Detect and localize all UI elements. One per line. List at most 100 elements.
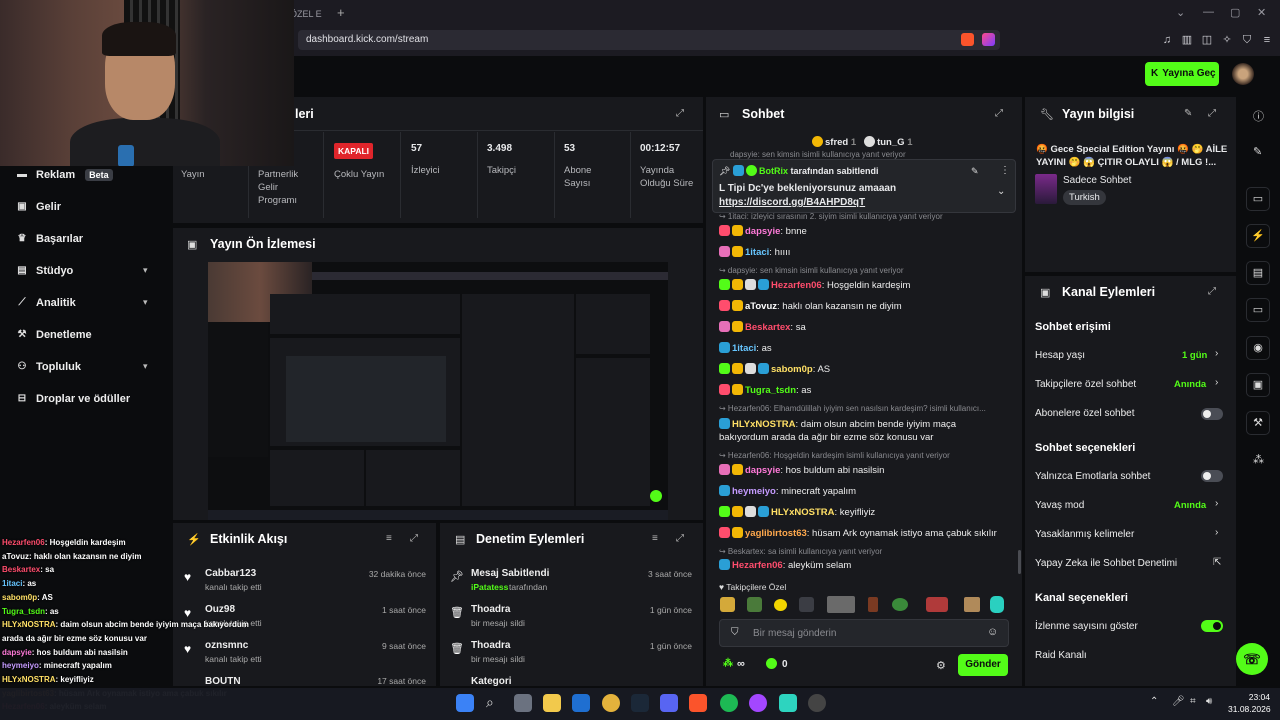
close-icon[interactable]: ✕ [1257,6,1266,19]
chat-username[interactable]: HLYxNOSTRA [732,419,796,430]
maximize-icon[interactable]: ▢ [1230,6,1240,19]
filter-icon[interactable]: ≡ [386,533,392,544]
tray-chevron-icon[interactable]: ⌃ [1150,696,1158,707]
edit-icon[interactable]: ✎ [1184,108,1192,119]
account-age-value[interactable]: 1 gün [1182,350,1207,361]
discord-icon[interactable] [660,694,678,712]
stream-preview[interactable] [208,262,668,520]
sidebar-item-revenue[interactable]: ▣ Gelir [16,198,61,216]
chat-input[interactable]: ⛉ Bir mesaj gönderin ☺ [719,619,1009,647]
followers-only-label[interactable]: Takipçilere özel sohbet [1035,379,1136,390]
windows-start-icon[interactable] [456,694,474,712]
category-name[interactable]: Sadece Sohbet [1063,175,1131,186]
obs-icon[interactable] [808,694,826,712]
chat-bubble-icon[interactable]: ▭ [1246,298,1270,322]
pinned-link[interactable]: https://discord.gg/B4AHPD8qT [719,197,865,208]
store-icon[interactable] [572,694,590,712]
community-icon[interactable]: ⁂ [1253,453,1264,466]
record-icon[interactable]: ◉ [1246,336,1270,360]
steam-icon[interactable] [631,694,649,712]
chat-username[interactable]: Tugra_tsdn [745,385,796,396]
expand-icon[interactable]: ⤢ [676,108,684,119]
support-fab[interactable]: ☏ [1236,643,1268,675]
document-icon[interactable]: ▤ [1246,261,1270,285]
brave-icon[interactable] [689,694,707,712]
emote-icon[interactable] [990,596,1004,613]
chat-username[interactable]: Beskartex [745,322,790,333]
spotify-icon[interactable] [720,694,738,712]
unpin-icon[interactable]: ✎ [971,166,979,177]
chat-username[interactable]: Hezarfen06 [771,280,822,291]
send-button[interactable]: Gönder [958,654,1008,676]
ai-moderation-label[interactable]: Yapay Zeka ile Sohbet Denetimi [1035,558,1177,569]
chevron-down-icon[interactable]: ▾ [143,361,148,372]
settings-icon[interactable]: ⚙ [936,659,946,672]
shield-icon[interactable]: ⛉ [731,627,739,638]
expand-icon[interactable]: ⤢ [410,533,418,544]
followers-only-value[interactable]: Anında [1174,379,1206,390]
notepad-icon[interactable] [779,694,797,712]
info-icon[interactable]: ⓘ [1253,108,1264,124]
emote-icon[interactable] [747,597,762,612]
brave-shield-icon[interactable] [961,33,974,46]
account-age-label[interactable]: Hesap yaşı [1035,350,1085,361]
emote-only-toggle[interactable] [1201,470,1223,482]
go-live-button[interactable]: K Yayına Geç [1145,62,1219,86]
sidebar-item-achievements[interactable]: ♛ Başarılar [16,230,84,248]
sidebar-item-ads[interactable]: ▬ Reklam Beta [16,166,113,184]
sidebar-item-drops[interactable]: ⊟ Droplar ve ödüller [16,390,130,408]
banned-words-label[interactable]: Yasaklanmış kelimeler [1035,529,1134,540]
file-explorer-icon[interactable] [543,694,561,712]
menu-icon[interactable]: ≡ [1260,33,1274,47]
chat-username[interactable]: HLYxNOSTRA [771,507,835,518]
minimize-icon[interactable]: — [1203,6,1214,18]
chevron-right-icon[interactable]: › [1215,377,1218,388]
chrome-icon[interactable] [602,694,620,712]
show-viewers-toggle[interactable] [1201,620,1223,632]
expand-icon[interactable]: ⤢ [995,108,1003,119]
subs-only-toggle[interactable] [1201,408,1223,420]
extensions-icon[interactable]: ◫ [1200,33,1214,47]
emote-icon[interactable] [720,597,735,612]
filter-icon[interactable]: ≡ [652,533,658,544]
emoji-icon[interactable]: ☺ [987,626,998,638]
chat-username[interactable]: dapsyie [745,465,780,476]
chevron-down-icon[interactable]: ⌄ [997,186,1005,197]
expand-icon[interactable]: ⤢ [1208,108,1216,119]
chat-username[interactable]: heymeiyo [732,486,776,497]
lightning-icon[interactable]: ⚡ [1246,224,1270,248]
new-tab-icon[interactable]: + [337,5,345,20]
emote-icon[interactable] [964,597,980,612]
sidebar-item-community[interactable]: ⚇ Topluluk [16,358,82,376]
chevron-right-icon[interactable]: › [1215,348,1218,359]
edit-icon[interactable]: ✎ [1253,145,1262,158]
emote-icon[interactable] [892,598,908,611]
volume-icon[interactable]: 🔊︎ [1206,696,1212,707]
ai-icon[interactable]: ✧ [1220,33,1234,47]
chevron-right-icon[interactable]: › [1215,527,1218,538]
microphone-icon[interactable]: 🎤︎ [1172,696,1185,707]
task-view-icon[interactable] [514,694,532,712]
profile-avatar[interactable] [1232,63,1254,85]
chat-username[interactable]: sabom0p [771,364,813,375]
chevron-right-icon[interactable]: › [1215,498,1218,509]
browser-tab[interactable]: ÖZEL E [290,4,330,24]
expand-icon[interactable]: ⤢ [676,533,684,544]
search-icon[interactable]: ⌕ [486,694,494,711]
sidebar-item-moderation[interactable]: ⚒ Denetleme [16,326,92,344]
network-icon[interactable]: ⌗ [1190,696,1196,707]
clock-date[interactable]: 31.08.2026 [1228,704,1271,714]
external-link-icon[interactable]: ⇱ [1213,557,1221,568]
chat-username[interactable]: 1itaci [745,247,769,258]
vpn-icon[interactable]: ⛉ [1240,33,1254,47]
chat-username[interactable]: aTovuz [745,301,777,312]
tab-list-icon[interactable]: ⌄ [1176,6,1185,19]
chat-username[interactable]: dapsyie [745,226,780,237]
save-icon[interactable]: ▣ [1246,373,1270,397]
chat-username[interactable]: yaglibirtost63 [745,528,807,539]
chat-username[interactable]: Hezarfen06 [732,560,783,571]
expand-icon[interactable]: ⤢ [1208,286,1216,297]
kick-coin-icon[interactable] [766,658,777,669]
sidebar-item-studio[interactable]: ▤ Stüdyo [16,262,73,280]
sidebar-item-analytics[interactable]: ⟋ Analitik [16,294,76,312]
